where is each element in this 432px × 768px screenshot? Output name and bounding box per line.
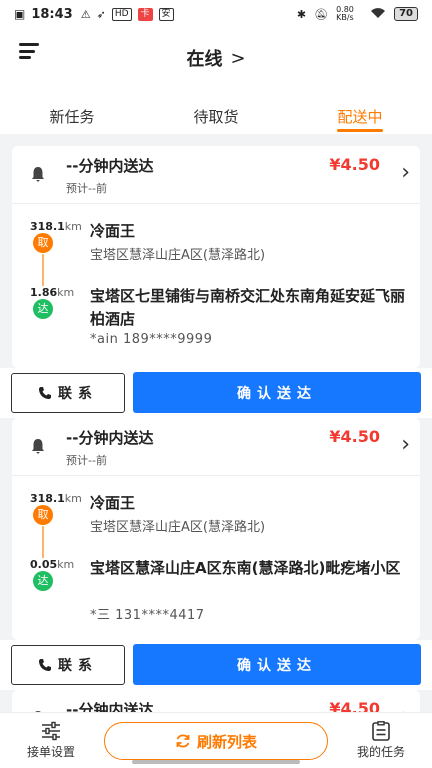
pickup-badge: 取	[33, 233, 53, 253]
shop-address: 宝塔区慧泽山庄A区(慧泽路北)	[90, 520, 266, 535]
estimated-time: 预计--前	[66, 454, 107, 467]
sim-icon: 卡	[137, 7, 153, 21]
refresh-list-label: 刷新列表	[196, 732, 257, 751]
order-price: ¥4.50	[329, 699, 380, 712]
battery-indicator: 70	[394, 7, 418, 21]
estimated-time: 预计--前	[66, 182, 107, 195]
dropoff-address: 宝塔区慧泽山庄A区东南(慧泽路北)毗疙堵小区	[90, 559, 401, 577]
shop-address: 宝塔区慧泽山庄A区(慧泽路北)	[90, 248, 266, 263]
sim-status-icon: ▣	[14, 7, 26, 21]
clipboard-icon	[372, 721, 390, 741]
tab-pending-pickup[interactable]: 待取货	[144, 88, 288, 134]
route-line	[42, 254, 44, 286]
delivery-deadline: --分钟内送达	[66, 157, 154, 175]
phone-icon	[39, 659, 51, 671]
dropoff-badge: 达	[33, 299, 53, 319]
pickup-badge: 取	[33, 505, 53, 525]
home-indicator[interactable]	[132, 760, 300, 764]
order-list[interactable]: --分钟内送达 预计--前 ¥4.50 › 318.1km 取 冷面王 宝塔区慧…	[0, 144, 432, 712]
dropoff-distance: 1.86km	[30, 286, 75, 299]
chevron-right-icon[interactable]: ›	[401, 704, 410, 712]
order-card[interactable]: --分钟内送达 预计--前 ¥4.50 › 318.1km 取 冷面王 宝塔区慧…	[12, 418, 420, 640]
warning-icon: ⚠	[80, 7, 91, 21]
contact-button[interactable]: 联系	[11, 373, 125, 413]
top-header: 在线 >	[0, 28, 432, 88]
order-route: 318.1km 取 冷面王 宝塔区慧泽山庄A区(慧泽路北) 0.05km 达 宝…	[12, 476, 420, 640]
shop-name: 冷面王	[90, 222, 136, 240]
chevron-right-icon[interactable]: ›	[401, 432, 410, 457]
shop-name: 冷面王	[90, 494, 136, 512]
refresh-icon	[176, 734, 190, 748]
delivery-deadline: --分钟内送达	[66, 429, 154, 447]
phone-icon	[39, 387, 51, 399]
an-icon: 安	[158, 7, 174, 21]
tab-delivering[interactable]: 配送中	[288, 88, 432, 134]
pickup-distance: 318.1km	[30, 220, 82, 233]
dropoff-distance: 0.05km	[30, 558, 75, 571]
chevron-right-icon[interactable]: >	[230, 48, 245, 69]
customer-info: *ain 189****9999	[90, 332, 213, 347]
customer-info: *三 131****4417	[90, 608, 205, 623]
order-header[interactable]: --分钟内送达 预计--前 ¥4.50 ›	[12, 418, 420, 476]
order-price: ¥4.50	[329, 155, 380, 174]
order-actions: 联系 确认送达	[0, 368, 432, 418]
bluetooth-icon: ✱	[296, 7, 307, 21]
sliders-icon	[42, 721, 60, 741]
order-card[interactable]: --分钟内送达 预计--前 ¥4.50 › 318.1km 取 冷面王 宝塔区慧…	[12, 146, 420, 368]
wifi-icon	[370, 7, 386, 22]
confirm-delivery-button[interactable]: 确认送达	[133, 372, 421, 413]
hd-icon: HD	[111, 7, 132, 21]
dropoff-address: 宝塔区七里铺街与南桥交汇处东南角延安延飞丽柏酒店	[90, 287, 406, 328]
order-tabs: 新任务 待取货 配送中	[0, 88, 432, 134]
bell-icon	[32, 167, 44, 182]
dropoff-badge: 达	[33, 571, 53, 591]
pickup-distance: 318.1km	[30, 492, 82, 505]
my-tasks-button[interactable]: 我的任务	[346, 721, 416, 760]
my-tasks-label: 我的任务	[356, 745, 405, 759]
bottom-bar: 接单设置 刷新列表 我的任务	[0, 712, 432, 768]
bird-icon: ➶	[96, 7, 106, 21]
order-settings-button[interactable]: 接单设置	[16, 721, 86, 760]
order-price: ¥4.50	[329, 427, 380, 446]
bell-icon	[32, 439, 44, 454]
tab-new-tasks[interactable]: 新任务	[0, 88, 144, 134]
order-actions: 联系 确认送达	[0, 640, 432, 690]
contact-button[interactable]: 联系	[11, 645, 125, 685]
menu-icon[interactable]	[19, 43, 39, 59]
order-header[interactable]: --分钟内送达 ¥4.50 ›	[12, 690, 420, 712]
mute-icon: 🔕︎	[314, 7, 329, 21]
order-header[interactable]: --分钟内送达 预计--前 ¥4.50 ›	[12, 146, 420, 204]
confirm-delivery-button[interactable]: 确认送达	[133, 644, 421, 685]
delivery-deadline: --分钟内送达	[66, 701, 154, 712]
refresh-list-button[interactable]: 刷新列表	[104, 722, 328, 760]
chevron-right-icon[interactable]: ›	[401, 160, 410, 185]
order-settings-label: 接单设置	[26, 745, 75, 759]
order-route: 318.1km 取 冷面王 宝塔区慧泽山庄A区(慧泽路北) 1.86km 达 宝…	[12, 204, 420, 368]
network-speed: 0.80 KB/s	[336, 5, 354, 22]
clock: 18:43	[31, 6, 73, 22]
route-line	[42, 526, 44, 558]
notification-icons: ⚠ ➶ HD 卡 安	[80, 7, 174, 21]
status-bar: ▣ 18:43 ⚠ ➶ HD 卡 安 ✱ 🔕︎ 0.80 KB/s 70	[0, 0, 432, 28]
order-card[interactable]: --分钟内送达 ¥4.50 ›	[12, 690, 420, 712]
online-status-title[interactable]: 在线	[186, 45, 222, 71]
